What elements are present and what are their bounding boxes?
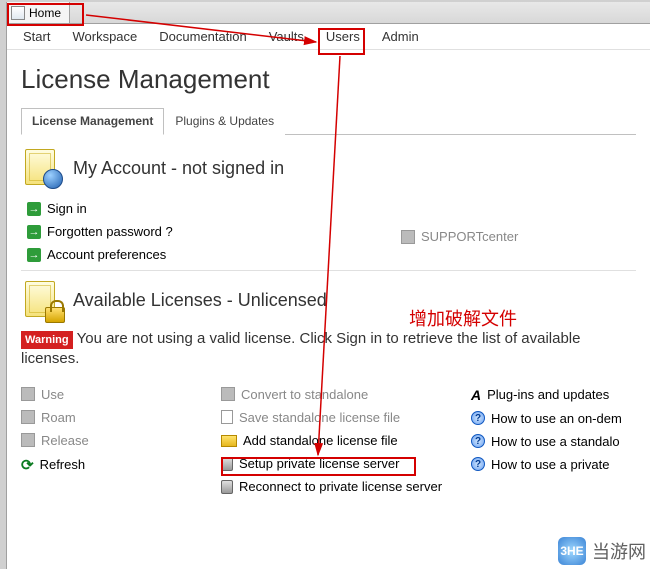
plugins-icon bbox=[471, 387, 481, 403]
refresh-action[interactable]: Refresh bbox=[21, 452, 221, 478]
howto-ondemand-label: How to use an on-dem bbox=[491, 411, 622, 426]
folder-open-icon bbox=[221, 435, 237, 447]
document-icon bbox=[11, 6, 25, 20]
watermark-text: 当游网 bbox=[592, 538, 646, 564]
home-tab-label: Home bbox=[29, 6, 61, 20]
save-label: Save standalone license file bbox=[239, 410, 400, 425]
reconnect-private-server-action[interactable]: Reconnect to private license server bbox=[221, 475, 471, 498]
release-label: Release bbox=[41, 433, 89, 448]
release-icon bbox=[21, 433, 35, 447]
add-label: Add standalone license file bbox=[243, 433, 398, 448]
convert-icon bbox=[221, 387, 235, 401]
release-action[interactable]: Release bbox=[21, 429, 221, 452]
help-icon bbox=[471, 434, 485, 448]
add-standalone-license-action[interactable]: Add standalone license file bbox=[221, 429, 471, 452]
tab-plugins-updates[interactable]: Plugins & Updates bbox=[164, 108, 285, 135]
menu-workspace[interactable]: Workspace bbox=[62, 26, 147, 47]
window-tabstrip: Home bbox=[7, 2, 650, 24]
section-tabs: License Management Plugins & Updates bbox=[21, 107, 636, 135]
refresh-icon bbox=[21, 456, 34, 474]
my-account-header: My Account - not signed in bbox=[21, 147, 636, 189]
setup-private-server-action[interactable]: Setup private license server bbox=[221, 452, 471, 475]
how-to-ondemand-link[interactable]: How to use an on-dem bbox=[471, 407, 636, 430]
tab-license-management[interactable]: License Management bbox=[21, 108, 164, 135]
how-to-private-link[interactable]: How to use a private bbox=[471, 453, 636, 476]
supportcenter-link[interactable]: SUPPORTcenter bbox=[401, 225, 518, 248]
roam-icon bbox=[21, 410, 35, 424]
signin-link[interactable]: Sign in bbox=[27, 197, 221, 220]
use-icon bbox=[21, 387, 35, 401]
refresh-label: Refresh bbox=[40, 457, 86, 472]
howto-private-label: How to use a private bbox=[491, 457, 610, 472]
convert-label: Convert to standalone bbox=[241, 387, 368, 402]
watermark: 3HE 当游网 bbox=[558, 537, 646, 565]
menubar: Start Workspace Documentation Vaults Use… bbox=[7, 24, 650, 50]
licenses-icon bbox=[21, 279, 63, 321]
arrow-icon bbox=[27, 225, 41, 239]
supportcenter-icon bbox=[401, 230, 415, 244]
home-tab[interactable]: Home bbox=[7, 2, 70, 23]
signin-label: Sign in bbox=[47, 201, 87, 216]
menu-users[interactable]: Users bbox=[316, 26, 370, 47]
account-preferences-link[interactable]: Account preferences bbox=[27, 243, 221, 266]
use-label: Use bbox=[41, 387, 64, 402]
roam-label: Roam bbox=[41, 410, 76, 425]
available-licenses-header: Available Licenses - Unlicensed bbox=[21, 279, 636, 321]
plugins-label: Plug-ins and updates bbox=[487, 387, 609, 402]
help-icon bbox=[471, 457, 485, 471]
reconnect-label: Reconnect to private license server bbox=[239, 479, 442, 494]
menu-admin[interactable]: Admin bbox=[372, 26, 429, 47]
menu-documentation[interactable]: Documentation bbox=[149, 26, 256, 47]
server-icon bbox=[221, 480, 233, 494]
howto-standalone-label: How to use a standalo bbox=[491, 434, 620, 449]
prefs-label: Account preferences bbox=[47, 247, 166, 262]
supportcenter-label: SUPPORTcenter bbox=[421, 229, 518, 244]
forgot-label: Forgotten password ? bbox=[47, 224, 173, 239]
menu-start[interactable]: Start bbox=[13, 26, 60, 47]
plugins-updates-link[interactable]: Plug-ins and updates bbox=[471, 383, 636, 407]
my-account-title: My Account - not signed in bbox=[73, 158, 284, 179]
use-action[interactable]: Use bbox=[21, 383, 221, 406]
arrow-icon bbox=[27, 248, 41, 262]
save-standalone-action[interactable]: Save standalone license file bbox=[221, 406, 471, 429]
warning-message: You are not using a valid license. Click… bbox=[21, 330, 581, 367]
page-title: License Management bbox=[21, 64, 636, 95]
arrow-icon bbox=[27, 202, 41, 216]
watermark-logo: 3HE bbox=[558, 537, 586, 565]
help-icon bbox=[471, 411, 485, 425]
forgot-password-link[interactable]: Forgotten password ? bbox=[27, 220, 221, 243]
file-icon bbox=[221, 410, 233, 424]
available-licenses-title: Available Licenses - Unlicensed bbox=[73, 290, 327, 311]
how-to-standalone-link[interactable]: How to use a standalo bbox=[471, 430, 636, 453]
annotation-label: 增加破解文件 bbox=[409, 305, 517, 331]
account-icon bbox=[21, 147, 63, 189]
warning-badge: Warning bbox=[21, 331, 73, 349]
menu-vaults[interactable]: Vaults bbox=[259, 26, 314, 47]
license-warning: WarningYou are not using a valid license… bbox=[21, 329, 636, 369]
setup-label: Setup private license server bbox=[239, 456, 399, 471]
convert-standalone-action[interactable]: Convert to standalone bbox=[221, 383, 471, 406]
roam-action[interactable]: Roam bbox=[21, 406, 221, 429]
server-icon bbox=[221, 457, 233, 471]
